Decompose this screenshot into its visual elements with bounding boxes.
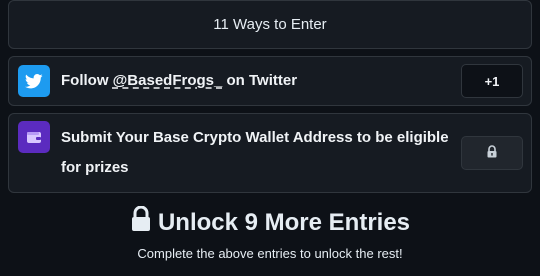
unlock-more-entries-title: Unlock 9 More Entries — [0, 205, 540, 239]
entry-submit-wallet[interactable]: Submit Your Base Crypto Wallet Address t… — [8, 113, 532, 193]
unlock-title-text: Unlock 9 More Entries — [157, 208, 411, 236]
ways-to-enter-title: 11 Ways to Enter — [213, 16, 327, 33]
twitter-bird-icon — [18, 65, 50, 97]
ways-to-enter-header: 11 Ways to Enter — [8, 0, 532, 49]
entry-follow-prefix: Follow — [61, 72, 113, 89]
plus-one-button[interactable]: +1 — [461, 64, 523, 98]
entry-follow-label: Follow @BasedFrogs_ on Twitter — [61, 66, 297, 96]
lock-icon — [130, 205, 152, 239]
twitter-handle-link[interactable]: @BasedFrogs_ — [113, 72, 223, 89]
unlock-subtitle: Complete the above entries to unlock the… — [137, 246, 403, 261]
lock-icon — [486, 145, 498, 161]
entry-follow-twitter[interactable]: Follow @BasedFrogs_ on Twitter +1 — [8, 56, 532, 106]
wallet-icon — [18, 121, 50, 153]
locked-entry-button[interactable] — [461, 136, 523, 170]
entry-follow-suffix: on Twitter — [222, 72, 298, 89]
plus-one-label: +1 — [484, 73, 500, 89]
entry-wallet-label: Submit Your Base Crypto Wallet Address t… — [61, 129, 449, 176]
